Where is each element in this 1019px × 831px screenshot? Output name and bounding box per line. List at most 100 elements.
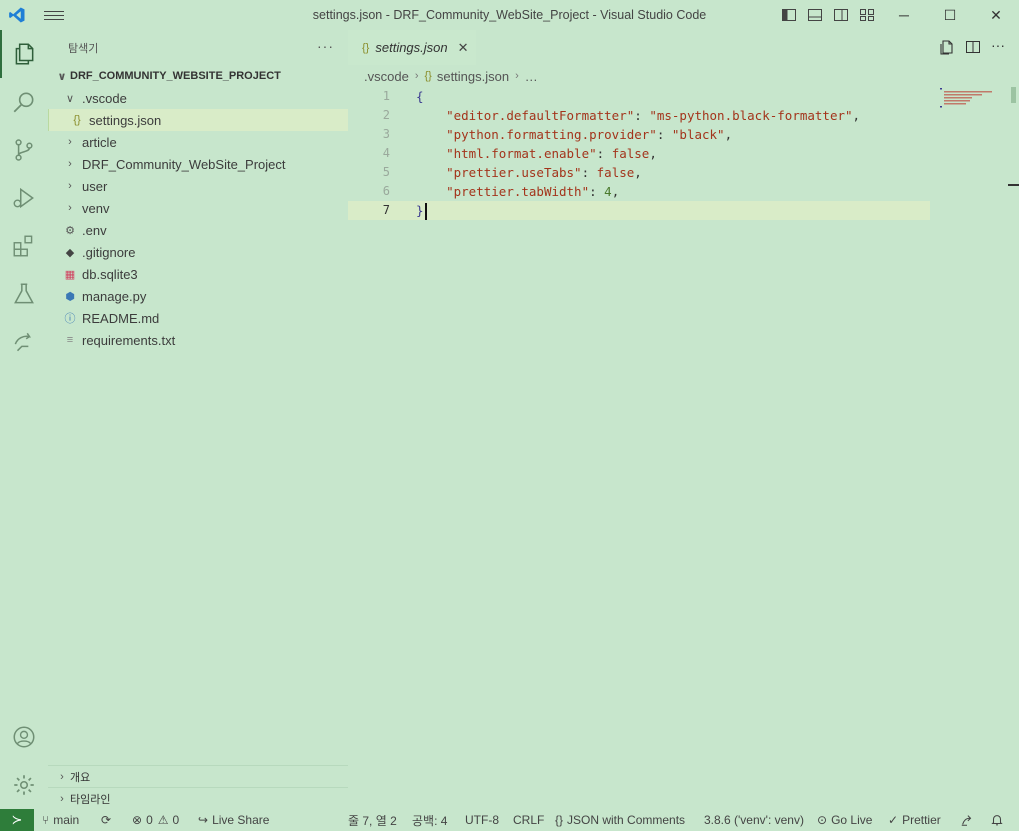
file-tree-item[interactable]: › article: [48, 131, 348, 153]
code-line[interactable]: 7}: [348, 201, 930, 220]
file-tree-item-label: requirements.txt: [82, 332, 176, 348]
json-brace: }: [416, 203, 424, 218]
code-line[interactable]: 1{: [348, 87, 930, 106]
feedback-icon[interactable]: [960, 809, 974, 831]
explorer-icon[interactable]: [0, 30, 48, 78]
code-line[interactable]: 5 "prettier.useTabs": false,: [348, 163, 930, 182]
code-line[interactable]: 4 "html.format.enable": false,: [348, 144, 930, 163]
file-tree-item[interactable]: ⚙ .env: [48, 219, 348, 241]
toggle-primary-sidebar-icon[interactable]: [781, 7, 797, 23]
source-control-icon[interactable]: [0, 126, 48, 174]
project-folder-header[interactable]: ∨ DRF_COMMUNITY_WEBSITE_PROJECT: [48, 65, 348, 87]
live-share-icon[interactable]: [0, 318, 48, 366]
manage-gear-icon[interactable]: [0, 761, 48, 809]
language-label: JSON with Comments: [567, 813, 686, 827]
code-editor[interactable]: 1{2 "editor.defaultFormatter": "ms-pytho…: [348, 87, 1008, 809]
file-tree-item-label: venv: [82, 200, 110, 216]
outline-label: 개요: [70, 771, 91, 784]
live-share-status[interactable]: ↪ Live Share: [198, 809, 269, 831]
file-tree-item[interactable]: ∨ .vscode: [48, 87, 348, 109]
breadcrumb-folder[interactable]: .vscode: [364, 69, 409, 84]
encoding[interactable]: UTF-8: [465, 809, 499, 831]
close-button[interactable]: ✕: [973, 0, 1019, 30]
timeline-section[interactable]: › 타임라인: [48, 787, 348, 809]
text-file-icon: ≡: [66, 334, 74, 346]
activity-bar: [0, 30, 48, 809]
broadcast-icon: ⊙: [817, 813, 828, 827]
vertical-scrollbar[interactable]: [1008, 87, 1019, 809]
go-live-status[interactable]: ⊙ Go Live: [817, 809, 872, 831]
outline-section[interactable]: › 개요: [48, 765, 348, 787]
code-text: "editor.defaultFormatter": "ms-python.bl…: [446, 108, 861, 123]
code-text: "html.format.enable": false,: [446, 146, 657, 161]
file-tree-item[interactable]: ◆ .gitignore: [48, 241, 348, 263]
prettier-status[interactable]: ✓ Prettier: [888, 809, 941, 831]
toggle-panel-icon[interactable]: [807, 7, 823, 23]
notifications-bell-icon[interactable]: [990, 809, 1004, 831]
tab-settings-json[interactable]: {} settings.json ✕: [348, 30, 476, 65]
line-number: 2: [382, 108, 390, 122]
language-mode[interactable]: {} JSON with Comments: [555, 809, 685, 831]
line-number: 7: [382, 203, 390, 217]
breadcrumb-trail[interactable]: …: [525, 69, 538, 84]
scrollbar-thumb[interactable]: [1011, 87, 1016, 103]
end-of-line[interactable]: CRLF: [513, 809, 544, 831]
chevron-right-icon: ›: [68, 180, 72, 192]
layout-controls: [781, 7, 875, 23]
minimap[interactable]: [938, 87, 1000, 117]
window-controls: ─ ☐ ✕: [881, 0, 1019, 30]
extensions-icon[interactable]: [0, 222, 48, 270]
code-text: "prettier.tabWidth": 4,: [446, 184, 620, 199]
toggle-secondary-sidebar-icon[interactable]: [833, 7, 849, 23]
close-icon[interactable]: ✕: [458, 40, 469, 56]
minimize-button[interactable]: ─: [881, 0, 927, 30]
customize-layout-icon[interactable]: [859, 7, 875, 23]
chevron-down-icon: ∨: [65, 92, 75, 105]
python-file-icon: ⬢: [65, 290, 75, 303]
more-actions-icon[interactable]: ···: [317, 38, 334, 54]
sync-icon[interactable]: ⟳: [101, 809, 111, 831]
error-icon: ⊗: [132, 813, 143, 827]
json-value: false: [611, 146, 650, 161]
maximize-button[interactable]: ☐: [927, 0, 973, 30]
code-line[interactable]: 3 "python.formatting.provider": "black",: [348, 125, 930, 144]
code-line[interactable]: 6 "prettier.tabWidth": 4,: [348, 182, 930, 201]
file-tree-item[interactable]: ≡ requirements.txt: [48, 329, 348, 351]
tab-label: settings.json: [375, 40, 448, 55]
open-settings-json-icon[interactable]: [939, 39, 955, 55]
file-tree-item-label: db.sqlite3: [82, 266, 138, 282]
file-tree-item[interactable]: ▦ db.sqlite3: [48, 263, 348, 285]
indentation[interactable]: 공백: 4: [412, 809, 447, 831]
live-share-icon: ↪: [198, 813, 209, 827]
file-tree-item[interactable]: › venv: [48, 197, 348, 219]
account-icon[interactable]: [0, 713, 48, 761]
cursor-position[interactable]: 줄 7, 열 2: [348, 809, 397, 831]
breadcrumb-file[interactable]: settings.json: [437, 69, 509, 84]
run-debug-icon[interactable]: [0, 174, 48, 222]
remote-indicator-icon[interactable]: ≻: [0, 809, 34, 831]
json-value: 4: [604, 184, 612, 199]
more-actions-icon[interactable]: ···: [991, 38, 1007, 55]
json-key: "prettier.tabWidth": [446, 184, 590, 199]
file-tree-item[interactable]: › user: [48, 175, 348, 197]
file-tree-item[interactable]: ⬢ manage.py: [48, 285, 348, 307]
file-tree-item-label: .gitignore: [82, 244, 136, 260]
search-icon[interactable]: [0, 78, 48, 126]
file-tree-item-label: user: [82, 178, 108, 194]
code-line[interactable]: 2 "editor.defaultFormatter": "ms-python.…: [348, 106, 930, 125]
json-key: "editor.defaultFormatter": [446, 108, 635, 123]
line-number: 4: [382, 146, 390, 160]
file-tree-item-label: article: [82, 134, 117, 150]
problems-status[interactable]: ⊗ 0 ⚠ 0: [132, 809, 179, 831]
branch-status[interactable]: ⑂ main: [42, 809, 79, 831]
split-editor-icon[interactable]: [965, 39, 981, 55]
chevron-right-icon: ›: [68, 202, 72, 214]
python-interpreter[interactable]: 3.8.6 ('venv': venv): [704, 809, 804, 831]
file-tree-item[interactable]: {} settings.json: [48, 109, 348, 131]
branch-name: main: [53, 813, 80, 827]
code-text: }: [416, 201, 427, 220]
editor-tabs: {} settings.json ✕ ···: [348, 30, 1019, 65]
file-tree-item[interactable]: ⓘ README.md: [48, 307, 348, 329]
file-tree-item[interactable]: › DRF_Community_WebSite_Project: [48, 153, 348, 175]
testing-icon[interactable]: [0, 270, 48, 318]
